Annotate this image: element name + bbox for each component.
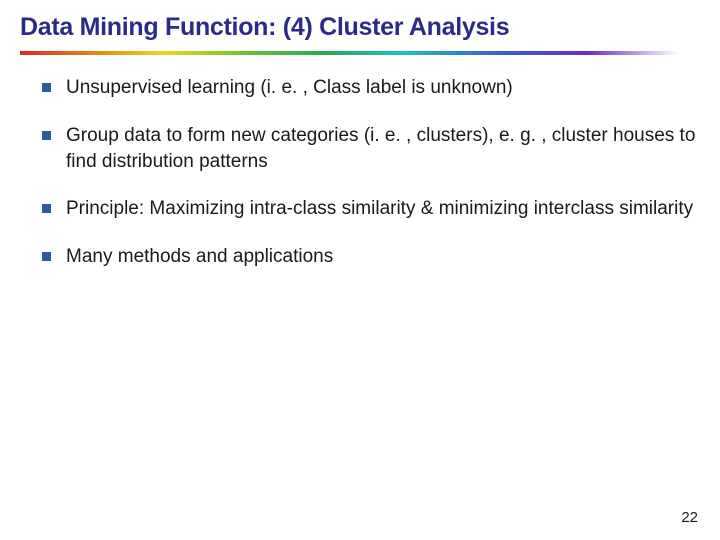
page-title: Data Mining Function: (4) Cluster Analys… — [20, 12, 700, 43]
bullet-text: Principle: Maximizing intra-class simila… — [66, 198, 693, 219]
square-bullet-icon — [42, 252, 51, 261]
slide-container: Data Mining Function: (4) Cluster Analys… — [0, 0, 720, 540]
page-number: 22 — [681, 509, 698, 526]
divider-rainbow — [20, 51, 680, 55]
list-item: Group data to form new categories (i. e.… — [42, 123, 700, 174]
list-item: Principle: Maximizing intra-class simila… — [42, 196, 700, 222]
bullet-text: Group data to form new categories (i. e.… — [66, 125, 695, 172]
bullet-text: Many methods and applications — [66, 246, 333, 267]
list-item: Unsupervised learning (i. e. , Class lab… — [42, 75, 700, 101]
square-bullet-icon — [42, 131, 51, 140]
square-bullet-icon — [42, 204, 51, 213]
bullet-list: Unsupervised learning (i. e. , Class lab… — [20, 75, 700, 269]
list-item: Many methods and applications — [42, 244, 700, 270]
square-bullet-icon — [42, 83, 51, 92]
bullet-text: Unsupervised learning (i. e. , Class lab… — [66, 77, 513, 98]
